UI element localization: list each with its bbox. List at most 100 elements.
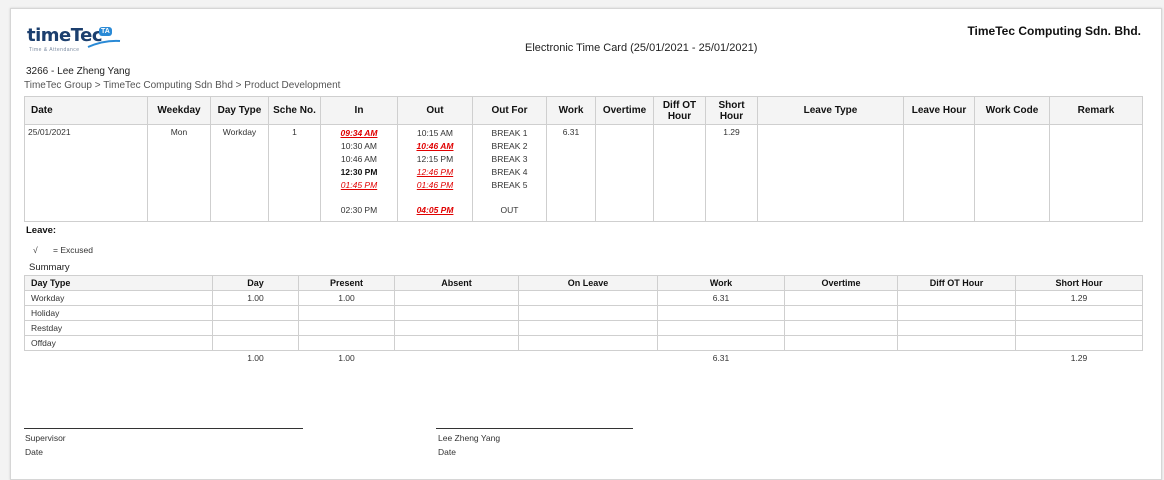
cell-date: 25/01/2021 xyxy=(24,124,148,222)
logo-tagline: Time & Attendance xyxy=(29,47,80,53)
in-time: 12:30 PM xyxy=(340,167,378,177)
employee-signature-line xyxy=(436,428,633,429)
summary-cell: Restday xyxy=(24,320,213,336)
summary-cell: Holiday xyxy=(24,305,213,321)
out-time: 01:46 PM xyxy=(416,180,454,190)
total-cell: 1.00 xyxy=(338,353,355,363)
in-time: 10:46 AM xyxy=(341,154,377,164)
out-time: 10:15 AM xyxy=(417,128,453,138)
col-header-day-type: Day Type xyxy=(210,96,269,125)
summary-cell xyxy=(784,305,898,321)
in-time: 02:30 PM xyxy=(340,205,378,215)
total-cell xyxy=(395,351,519,366)
summary-cell xyxy=(657,305,785,321)
in-time: 01:45 PM xyxy=(340,180,378,190)
timecard-header-row: Date Weekday Day Type Sche No. In Out Ou… xyxy=(24,96,1143,125)
summary-cell xyxy=(394,290,519,306)
logo-swoosh-icon xyxy=(87,39,121,48)
cell-work-code xyxy=(974,124,1050,222)
supervisor-date-label: Date xyxy=(25,447,43,457)
leave-section-title: Leave: xyxy=(26,225,57,236)
cell-overtime xyxy=(595,124,654,222)
col-header-work-code: Work Code xyxy=(974,96,1050,125)
cell-short-hour: 1.29 xyxy=(705,124,758,222)
cell-out: 10:15 AM 10:46 AM 12:15 PM 12:46 PM 01:4… xyxy=(397,124,473,222)
sum-col-header-overtime: Overtime xyxy=(784,275,898,291)
col-header-remark: Remark xyxy=(1049,96,1143,125)
summary-cell: Offday xyxy=(24,335,213,351)
summary-cell xyxy=(394,320,519,336)
employee-name: 3266 - Lee Zheng Yang xyxy=(26,66,131,77)
out-for-reason: OUT xyxy=(500,205,519,215)
out-time: 12:46 PM xyxy=(416,167,454,177)
sum-col-header-short-hour: Short Hour xyxy=(1015,275,1143,291)
col-header-out-for: Out For xyxy=(472,96,547,125)
supervisor-label: Supervisor xyxy=(25,433,66,443)
supervisor-signature-line xyxy=(24,428,303,429)
logo-badge: TA xyxy=(99,27,112,36)
summary-total-row: 1.00 1.00 6.31 1.29 xyxy=(25,351,1143,366)
leave-legend: √ = Excused xyxy=(33,245,93,255)
summary-header-row: Day Type Day Present Absent On Leave Wor… xyxy=(24,275,1143,291)
summary-cell xyxy=(1015,335,1143,351)
summary-cell xyxy=(784,290,898,306)
total-cell: 1.00 xyxy=(247,353,264,363)
col-header-date: Date xyxy=(24,96,148,125)
summary-cell xyxy=(657,335,785,351)
summary-cell xyxy=(657,320,785,336)
out-time: 10:46 AM xyxy=(416,141,454,151)
col-header-out: Out xyxy=(397,96,473,125)
cell-out-for: BREAK 1 BREAK 2 BREAK 3 BREAK 4 BREAK 5 … xyxy=(472,124,547,222)
summary-table: Day Type Day Present Absent On Leave Wor… xyxy=(24,275,1143,365)
out-time: 04:05 PM xyxy=(416,205,454,215)
total-cell xyxy=(25,351,213,366)
summary-cell xyxy=(1015,305,1143,321)
col-header-in: In xyxy=(320,96,398,125)
sum-col-header-present: Present xyxy=(298,275,395,291)
sum-col-header-day: Day xyxy=(212,275,299,291)
summary-cell xyxy=(518,320,658,336)
sum-col-header-on-leave: On Leave xyxy=(518,275,658,291)
cell-leave-hour xyxy=(903,124,975,222)
summary-cell xyxy=(212,305,299,321)
summary-cell xyxy=(518,305,658,321)
table-row: Workday 1.00 1.00 6.31 1.29 xyxy=(24,290,1143,306)
col-header-overtime: Overtime xyxy=(595,96,654,125)
employee-date-label: Date xyxy=(438,447,456,457)
summary-cell: 6.31 xyxy=(657,290,785,306)
summary-cell xyxy=(394,335,519,351)
summary-cell: 1.29 xyxy=(1015,290,1143,306)
out-for-reason: BREAK 2 xyxy=(491,141,528,151)
cell-in: 09:34 AM 10:30 AM 10:46 AM 12:30 PM 01:4… xyxy=(320,124,398,222)
logo-text-time: time xyxy=(27,25,71,46)
out-time: 12:15 PM xyxy=(416,154,454,164)
cell-work: 6.31 xyxy=(546,124,596,222)
summary-cell xyxy=(212,320,299,336)
col-header-sche-no: Sche No. xyxy=(268,96,321,125)
summary-cell xyxy=(212,335,299,351)
total-cell: 6.31 xyxy=(712,353,730,363)
employee-signature-name: Lee Zheng Yang xyxy=(438,433,501,443)
cell-remark xyxy=(1049,124,1143,222)
cell-weekday: Mon xyxy=(147,124,211,222)
table-row: Restday xyxy=(24,320,1143,336)
table-row: Holiday xyxy=(24,305,1143,321)
cell-diff-ot-hour xyxy=(653,124,706,222)
summary-cell xyxy=(897,290,1016,306)
summary-cell xyxy=(298,335,395,351)
sum-col-header-work: Work xyxy=(657,275,785,291)
cell-day-type: Workday xyxy=(210,124,269,222)
total-cell xyxy=(519,351,658,366)
out-for-reason: BREAK 4 xyxy=(491,167,528,177)
col-header-leave-type: Leave Type xyxy=(757,96,904,125)
out-for-reason: BREAK 3 xyxy=(491,154,528,164)
out-for-reason: BREAK 5 xyxy=(491,180,528,190)
summary-title: Summary xyxy=(29,262,70,273)
legend-text: = Excused xyxy=(53,245,93,255)
summary-cell xyxy=(897,305,1016,321)
col-header-short-hour: Short Hour xyxy=(705,96,758,125)
summary-cell xyxy=(897,335,1016,351)
summary-cell xyxy=(298,305,395,321)
table-row: Offday xyxy=(24,335,1143,351)
timecard-table: Date Weekday Day Type Sche No. In Out Ou… xyxy=(24,96,1143,222)
